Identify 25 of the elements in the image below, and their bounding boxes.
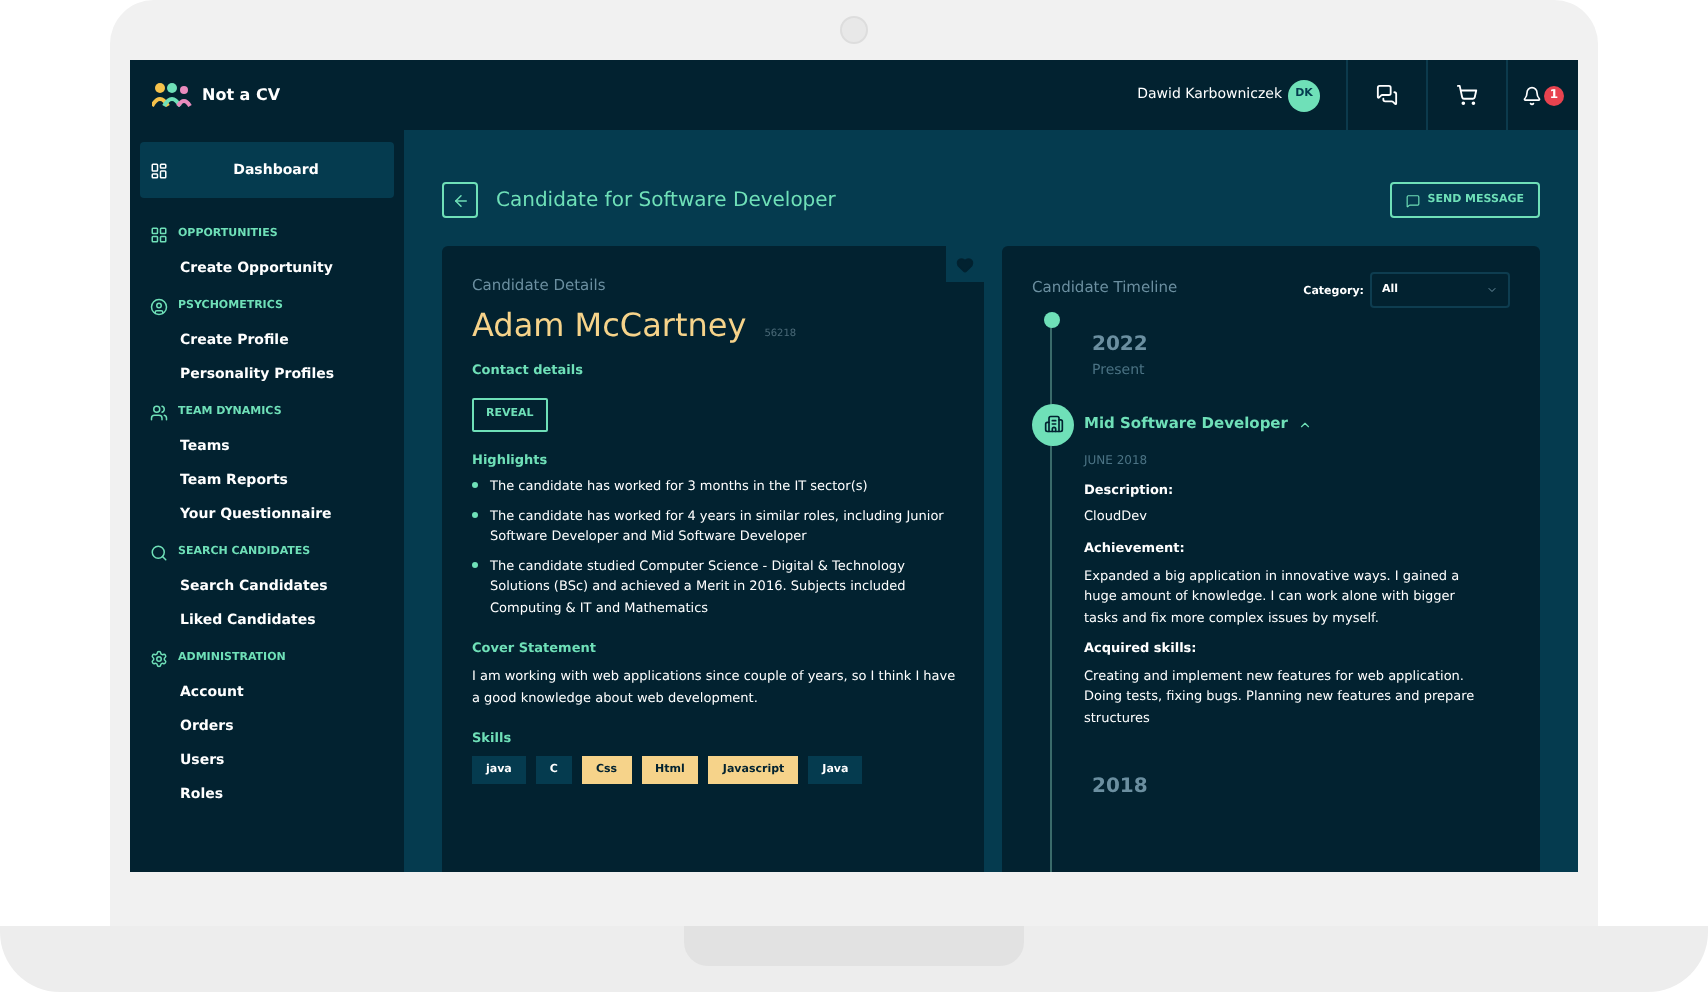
year-label: 2022: [1092, 332, 1150, 360]
chevron-down-icon: [1486, 284, 1498, 296]
grid-icon: [150, 226, 168, 244]
settings-icon: [150, 650, 168, 668]
bullet-icon: [472, 561, 478, 568]
chat-icon[interactable]: [1376, 84, 1398, 106]
people-icon: [150, 404, 168, 422]
page-title: Candidate for Software Developer: [496, 187, 836, 215]
dashboard-icon: [150, 161, 168, 179]
back-arrow-icon: [451, 191, 469, 209]
cart-icon[interactable]: [1456, 84, 1478, 106]
building-icon: [1032, 403, 1074, 445]
bullet-icon: [472, 511, 478, 518]
search-icon: [150, 544, 168, 562]
back-button[interactable]: [442, 182, 478, 218]
year-label: 2018: [1090, 774, 1150, 803]
chat-icon: [1405, 193, 1420, 207]
bullet-icon: [472, 482, 478, 489]
chevron-up-icon[interactable]: [1297, 417, 1312, 431]
candidate-name: Adam McCartney: [472, 304, 747, 349]
heart-icon: [956, 255, 974, 273]
user-icon: [150, 298, 168, 316]
bell-icon[interactable]: [1522, 85, 1542, 105]
brand-name: Not a CV: [202, 83, 281, 107]
people-logo-icon: [152, 82, 192, 108]
